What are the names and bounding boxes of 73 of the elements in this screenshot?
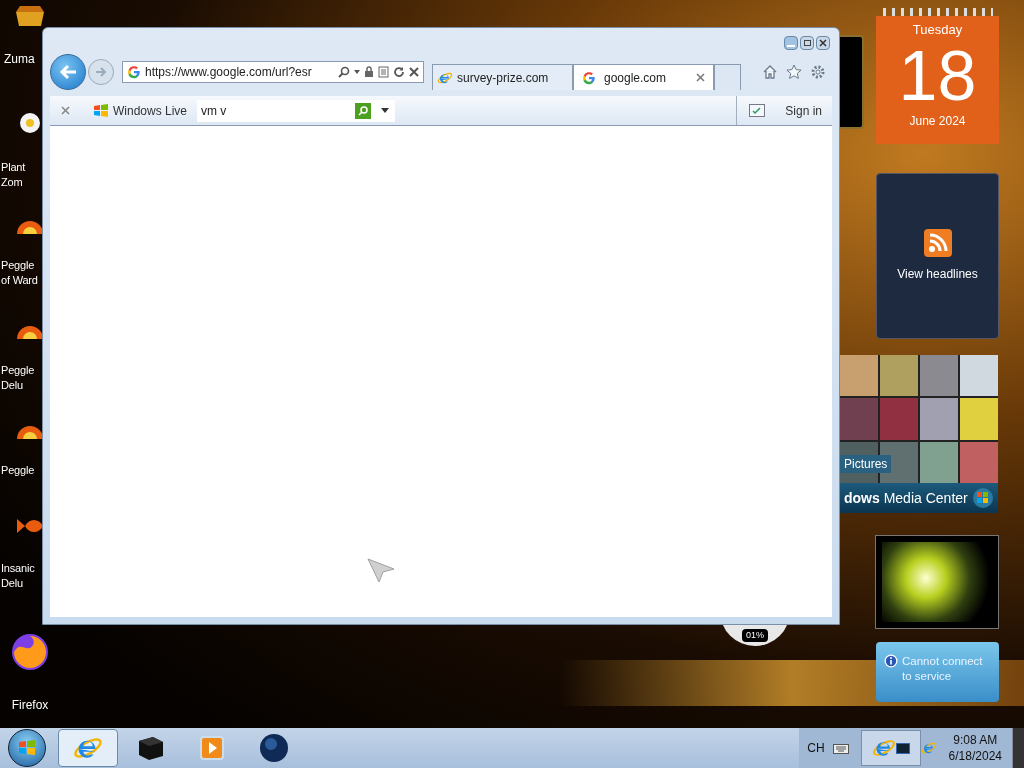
home-icon[interactable] xyxy=(762,64,778,80)
windows-live-label[interactable]: Windows Live xyxy=(113,101,188,120)
desktop-icon-label: Peggle xyxy=(1,363,35,378)
stop-icon[interactable] xyxy=(409,67,419,77)
feed-label: View headlines xyxy=(897,266,978,283)
google-icon xyxy=(582,70,596,85)
keyboard-icon[interactable] xyxy=(832,742,849,754)
gauge-reading: 01% xyxy=(742,628,768,642)
star-icon[interactable] xyxy=(786,64,802,80)
language-indicator[interactable]: CH xyxy=(803,739,829,757)
monitor-icon xyxy=(895,742,910,754)
windows-logo-icon xyxy=(972,487,994,509)
refresh-icon[interactable] xyxy=(393,66,405,78)
compatibility-icon[interactable] xyxy=(378,66,389,78)
play-icon xyxy=(198,734,226,762)
calendar-day: 18 xyxy=(898,39,977,112)
rss-icon xyxy=(923,229,952,257)
browser-tab[interactable]: survey-prize.com xyxy=(432,64,573,90)
desktop-icon-label: Delu xyxy=(1,378,23,393)
calendar-weekday: Tuesday xyxy=(912,21,963,39)
clock-date[interactable]: 6/18/2024 xyxy=(948,748,1002,764)
desktop-icon-label: Zuma xyxy=(4,52,36,67)
toolbar-search-field[interactable]: vm v xyxy=(197,99,396,122)
sign-in-link[interactable]: Sign in xyxy=(785,101,822,120)
media-center-title: dows Media Center xyxy=(844,488,968,508)
close-icon xyxy=(819,39,827,47)
close-toolbar-icon[interactable] xyxy=(61,106,70,115)
search-icon[interactable] xyxy=(338,66,350,78)
address-url: https://www.google.com/url?esr xyxy=(145,64,313,81)
calendar-month-year: June 2024 xyxy=(909,112,966,130)
address-bar[interactable]: https://www.google.com/url?esr xyxy=(122,61,424,83)
weather-message: Cannot connect to service xyxy=(902,654,984,684)
desktop-icon-label: Delu xyxy=(1,576,23,591)
search-go-button[interactable] xyxy=(355,102,372,119)
minimize-icon xyxy=(787,45,795,47)
new-tab-button[interactable] xyxy=(714,64,741,90)
forward-arrow-icon xyxy=(95,67,107,77)
rainbow-icon xyxy=(17,426,43,439)
close-button[interactable] xyxy=(816,36,830,50)
back-button[interactable] xyxy=(50,54,86,90)
desktop-icon-label: Firefox xyxy=(11,698,49,713)
show-desktop-button[interactable] xyxy=(1012,728,1024,768)
restore-icon xyxy=(803,40,811,46)
close-tab-icon[interactable] xyxy=(696,73,705,82)
dropdown-caret-icon[interactable] xyxy=(354,70,360,74)
lock-icon[interactable] xyxy=(364,66,374,78)
clock-time[interactable]: 9:08 AM xyxy=(953,732,998,748)
back-arrow-icon xyxy=(59,64,77,80)
desktop-icon-label: Zom xyxy=(1,175,23,190)
dropdown-caret-icon[interactable] xyxy=(381,108,390,113)
media-section-label: Pictures xyxy=(840,455,892,473)
desktop-icon-label: Peggle xyxy=(1,258,35,273)
flower-icon xyxy=(17,110,43,136)
desktop-icon-label: of Ward xyxy=(1,273,38,288)
info-icon xyxy=(884,654,898,668)
settings-icon[interactable] xyxy=(810,64,826,80)
mouse-cursor-icon xyxy=(367,558,395,584)
restore-button[interactable] xyxy=(800,36,814,50)
windows-logo-icon xyxy=(18,739,36,757)
checkmark-box-icon[interactable] xyxy=(749,104,766,117)
start-button[interactable] xyxy=(8,729,46,767)
rainbow-icon xyxy=(17,326,43,339)
globe-icon xyxy=(259,733,289,763)
windows-flag-icon xyxy=(93,103,109,118)
rainbow-icon xyxy=(17,221,43,234)
browser-tab[interactable]: google.com xyxy=(573,64,714,90)
search-icon xyxy=(358,105,369,116)
desktop-icon-label: Plant xyxy=(1,160,26,175)
minimize-button[interactable] xyxy=(784,36,798,50)
desktop-icon-label: Insanic xyxy=(1,561,35,576)
tray-app-icon[interactable] xyxy=(860,730,921,766)
google-icon xyxy=(127,65,141,79)
desktop-icon-label: Peggle xyxy=(1,463,35,478)
